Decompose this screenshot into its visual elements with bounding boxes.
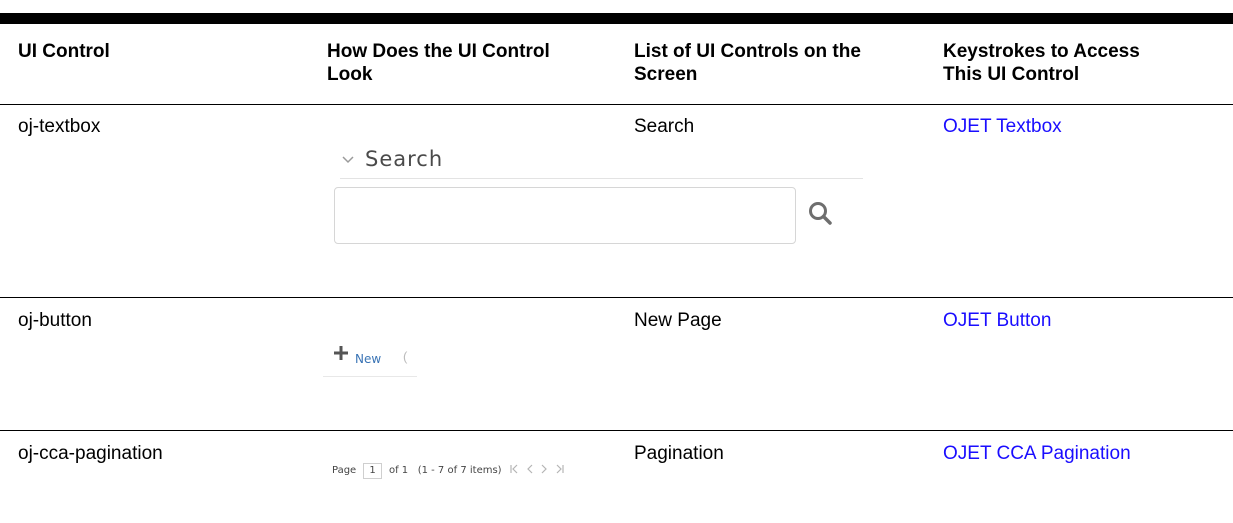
pagination-page-label: Page bbox=[332, 465, 357, 476]
row-1-control: oj-textbox bbox=[18, 116, 101, 137]
top-rule bbox=[0, 13, 1233, 24]
pagination-range-label: (1 - 7 of bbox=[417, 465, 458, 476]
last-page-icon[interactable] bbox=[555, 462, 564, 480]
search-panel-title: Search bbox=[365, 147, 444, 171]
pagination-page-input[interactable]: 1 bbox=[363, 463, 382, 479]
pagination-of-label: of 1 bbox=[388, 465, 409, 476]
pagination-control: Page 1 of 1 (1 - 7 of 7 items) bbox=[332, 462, 564, 480]
previous-page-icon[interactable] bbox=[527, 462, 533, 480]
row-2-link[interactable]: OJET Button bbox=[943, 309, 1051, 332]
row-2-list: New Page bbox=[634, 310, 722, 331]
row-divider-2 bbox=[0, 430, 1233, 431]
plus-icon bbox=[334, 346, 348, 360]
new-button-label: New bbox=[355, 352, 382, 366]
row-3-list: Pagination bbox=[634, 443, 724, 464]
search-panel-header[interactable]: Search bbox=[340, 145, 863, 179]
row-1-link[interactable]: OJET Textbox bbox=[943, 115, 1062, 138]
pagination-items-label: items) bbox=[469, 465, 502, 476]
search-icon[interactable] bbox=[806, 199, 836, 229]
pagination-total: 7 bbox=[460, 465, 467, 476]
first-page-icon[interactable] bbox=[510, 462, 519, 480]
row-divider-1 bbox=[0, 297, 1233, 298]
header-divider bbox=[0, 104, 1233, 105]
row-1-list: Search bbox=[634, 116, 695, 137]
new-page-button[interactable]: New ( bbox=[323, 343, 417, 377]
header-keystrokes: Keystrokes to Access This UI Control bbox=[943, 41, 1140, 85]
search-input[interactable] bbox=[334, 187, 796, 244]
row-3-control: oj-cca-pagination bbox=[18, 443, 163, 464]
row-2-control: oj-button bbox=[18, 310, 92, 331]
header-ui-control: UI Control bbox=[18, 41, 110, 62]
new-button-fragment: ( bbox=[403, 349, 408, 364]
header-list-controls: List of UI Controls on the Screen bbox=[634, 41, 861, 85]
chevron-down-icon bbox=[340, 151, 360, 171]
next-page-icon[interactable] bbox=[541, 462, 548, 480]
header-how-look: How Does the UI Control Look bbox=[327, 41, 550, 85]
row-3-link[interactable]: OJET CCA Pagination bbox=[943, 442, 1131, 465]
